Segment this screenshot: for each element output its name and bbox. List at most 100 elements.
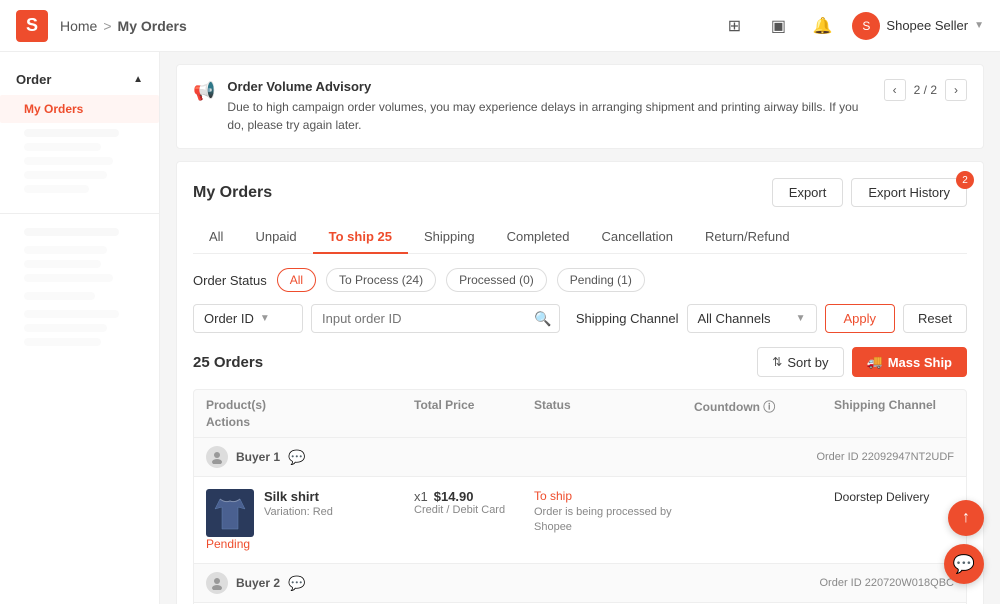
chevron-down-icon: ▼ (974, 20, 984, 31)
product-qty: x1 (414, 489, 428, 504)
home-link[interactable]: Home (60, 18, 97, 34)
pending-status: Pending (206, 537, 250, 551)
count-actions: ⇅ Sort by 🚚 Mass Ship (757, 347, 967, 377)
search-input-wrap: 🔍 (311, 304, 560, 333)
bell-icon[interactable]: 🔔 (808, 12, 836, 40)
search-row: Order ID ▼ 🔍 Shipping Channel All Channe… (193, 304, 967, 333)
advisory-prev-button[interactable]: ‹ (884, 79, 906, 101)
buyer-info: Buyer 1 💬 (206, 446, 305, 468)
order-section: Order ▲ My Orders (0, 64, 159, 205)
status-to-process-button[interactable]: To Process (24) (326, 268, 436, 292)
tab-to-ship[interactable]: To ship 25 (313, 221, 408, 254)
ship-icon: 🚚 (867, 354, 883, 370)
sidebar-item-my-orders[interactable]: My Orders (0, 95, 159, 123)
col-actions: Actions (206, 415, 414, 429)
floating-scroll-top-button[interactable]: ↑ (948, 500, 984, 536)
col-price: Total Price (414, 398, 534, 415)
apply-button[interactable]: Apply (825, 304, 896, 333)
seller-avatar: S (852, 12, 880, 40)
sort-button[interactable]: ⇅ Sort by (757, 347, 843, 377)
tab-unpaid[interactable]: Unpaid (239, 221, 312, 254)
product-image (206, 489, 254, 537)
buyer-info: Buyer 2 💬 (206, 572, 305, 594)
tab-completed[interactable]: Completed (491, 221, 586, 254)
status-all-button[interactable]: All (277, 268, 316, 292)
col-shipping: Shipping Channel (834, 398, 954, 415)
tab-shipping[interactable]: Shipping (408, 221, 491, 254)
breadcrumb-sep: > (103, 18, 111, 34)
advisory-banner: 📢 Order Volume Advisory Due to high camp… (176, 64, 984, 149)
count-row: 25 Orders ⇅ Sort by 🚚 Mass Ship (193, 347, 967, 377)
col-status: Status (534, 398, 694, 415)
advisory-next-button[interactable]: › (945, 79, 967, 101)
order-id: Order ID 22092947NT2UDF (816, 451, 954, 463)
sidebar-blurred-section2 (0, 222, 159, 358)
sidebar-section-label: Order (16, 72, 51, 87)
status-text: To ship (534, 489, 694, 503)
grid-icon[interactable]: ⊞ (720, 12, 748, 40)
chevron-down-icon: ▼ (260, 313, 270, 324)
main-content: 📢 Order Volume Advisory Due to high camp… (160, 52, 1000, 604)
mass-ship-button[interactable]: 🚚 Mass Ship (852, 347, 967, 377)
status-pending-button[interactable]: Pending (1) (557, 268, 645, 292)
mass-ship-label: Mass Ship (888, 355, 952, 370)
tab-all[interactable]: All (193, 221, 239, 254)
layout-icon[interactable]: ▣ (764, 12, 792, 40)
chat-icon[interactable]: 💬 (288, 575, 305, 592)
product-variation: Variation: Red (264, 506, 333, 518)
export-button[interactable]: Export (772, 178, 844, 207)
advisory-content: Order Volume Advisory Due to high campai… (227, 79, 871, 134)
reset-button[interactable]: Reset (903, 304, 967, 333)
buyer-row: Buyer 1 💬 Order ID 22092947NT2UDF (194, 438, 966, 477)
product-status: To ship Order is being processed by Shop… (534, 489, 694, 536)
chat-icon[interactable]: 💬 (288, 449, 305, 466)
seller-profile[interactable]: S Shopee Seller ▼ (852, 12, 984, 40)
price-main: $14.90 (434, 489, 474, 504)
product-info: Silk shirt Variation: Red (206, 489, 414, 537)
orders-count: 25 Orders (193, 354, 263, 371)
search-icon[interactable]: 🔍 (534, 310, 551, 327)
advisory-title: Order Volume Advisory (227, 79, 871, 94)
chevron-up-icon: ▲ (133, 74, 143, 85)
col-products: Product(s) (206, 398, 414, 415)
status-filter: Order Status All To Process (24) Process… (193, 268, 967, 292)
tab-cancellation[interactable]: Cancellation (585, 221, 689, 254)
breadcrumb: Home > My Orders (60, 18, 187, 34)
product-details: Silk shirt Variation: Red (264, 489, 333, 518)
buyer-row: Buyer 2 💬 Order ID 220720W018QBC (194, 564, 966, 603)
header-actions: ⊞ ▣ 🔔 S Shopee Seller ▼ (720, 12, 984, 40)
sidebar: Order ▲ My Orders (0, 52, 160, 604)
order-id-select[interactable]: Order ID ▼ (193, 304, 303, 333)
table-header: Product(s) Total Price Status Countdown … (193, 389, 967, 438)
orders-table: Product(s) Total Price Status Countdown … (193, 389, 967, 604)
order-status-label: Order Status (193, 273, 267, 288)
table-body: Buyer 1 💬 Order ID 22092947NT2UDF (193, 438, 967, 604)
advisory-pagination: 2 / 2 (914, 83, 937, 97)
status-sub: Order is being processed by Shopee (534, 505, 694, 536)
orders-actions: Export Export History 2 (772, 178, 967, 207)
payment-method: Credit / Debit Card (414, 504, 534, 516)
floating-chat-button[interactable]: 💬 (944, 544, 984, 584)
orders-header: My Orders Export Export History 2 (193, 178, 967, 207)
main-layout: Order ▲ My Orders (0, 52, 1000, 604)
order-id-2: Order ID 220720W018QBC (819, 577, 954, 589)
buyer-name: Buyer 2 (236, 576, 280, 590)
shipping-channel-select[interactable]: All Channels ▼ (687, 304, 817, 333)
shipping-channel-value: Doorstep Delivery (834, 490, 929, 504)
shipping-channel-value: All Channels (698, 311, 771, 326)
search-input[interactable] (311, 304, 560, 333)
buyer-avatar (206, 446, 228, 468)
status-processed-button[interactable]: Processed (0) (446, 268, 547, 292)
orders-card: My Orders Export Export History 2 All Un… (176, 161, 984, 604)
shopee-logo: S (16, 10, 48, 42)
export-history-badge: 2 (956, 171, 974, 189)
sidebar-section-order[interactable]: Order ▲ (0, 64, 159, 95)
advisory-nav: ‹ 2 / 2 › (884, 79, 967, 101)
export-history-button[interactable]: Export History 2 (851, 178, 967, 207)
sidebar-blurred-items (0, 123, 159, 205)
tab-return-refund[interactable]: Return/Refund (689, 221, 806, 254)
current-page: My Orders (118, 18, 187, 34)
product-price: x1 $14.90 Credit / Debit Card (414, 489, 534, 516)
order-tabs: All Unpaid To ship 25 Shipping Completed… (193, 221, 967, 254)
col-countdown: Countdown ⓘ (694, 398, 834, 415)
